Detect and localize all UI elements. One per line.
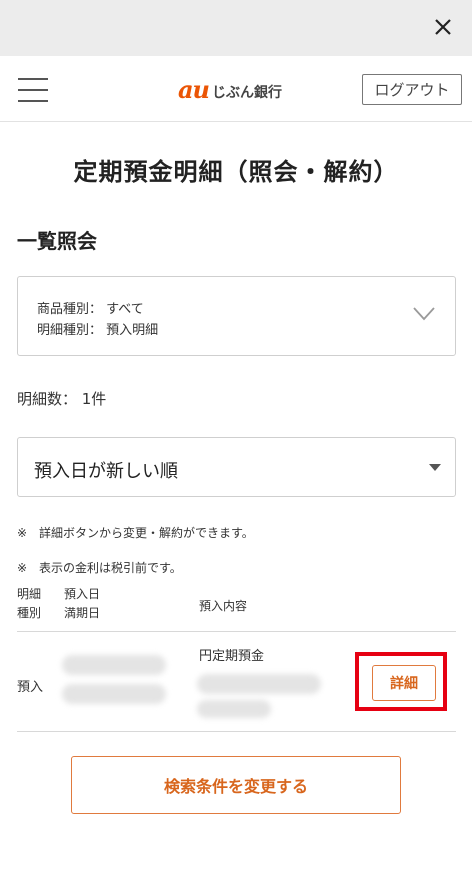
filter-statement-type: 明細種別： 預入明細: [37, 323, 159, 338]
page-title: 定期預金明細（照会・解約）: [73, 158, 399, 186]
column-header-type: 明細 種別: [17, 587, 42, 620]
window-top-bar: [0, 0, 472, 56]
logout-button[interactable]: ログアウト: [362, 74, 462, 105]
caret-down-icon: [429, 464, 441, 471]
detail-button[interactable]: 詳細: [372, 665, 436, 701]
chevron-down-icon: [413, 307, 435, 321]
hamburger-icon: [18, 78, 48, 80]
redacted-rate: [197, 700, 271, 718]
sort-selected-value: 預入日が新しい順: [34, 461, 178, 482]
app-header: au じぶん銀行 ログアウト: [0, 56, 472, 122]
logo-au: au: [178, 75, 210, 104]
change-search-conditions-button[interactable]: 検索条件を変更する: [71, 756, 401, 814]
sort-order-select[interactable]: 預入日が新しい順: [17, 437, 456, 497]
au-jibun-bank-logo: au じぶん銀行: [178, 76, 282, 102]
section-title: 一覧照会: [17, 229, 97, 253]
close-icon: [435, 19, 451, 35]
table-divider: [17, 631, 456, 632]
row-type: 預入: [17, 680, 44, 695]
logo-bank-name: じぶん銀行: [212, 85, 282, 101]
column-header-contents: 預入内容: [199, 599, 248, 613]
hamburger-menu-button[interactable]: [18, 76, 48, 104]
redacted-maturity-date: [62, 684, 166, 704]
column-header-dates: 預入日 満期日: [64, 587, 101, 620]
close-button[interactable]: [428, 12, 458, 42]
note-interest-rate: ※ 表示の金利は税引前です。: [17, 561, 182, 575]
table-divider: [17, 731, 456, 732]
filter-conditions-toggle[interactable]: 商品種別： すべて 明細種別： 預入明細: [17, 276, 456, 356]
redacted-amount: [197, 674, 321, 694]
note-detail-button: ※ 詳細ボタンから変更・解約ができます。: [17, 526, 254, 540]
row-product: 円定期預金: [199, 649, 265, 664]
redacted-deposit-date: [62, 655, 166, 675]
statement-count: 明細数： 1件: [17, 390, 107, 408]
filter-product-type: 商品種別： すべて: [37, 302, 144, 317]
